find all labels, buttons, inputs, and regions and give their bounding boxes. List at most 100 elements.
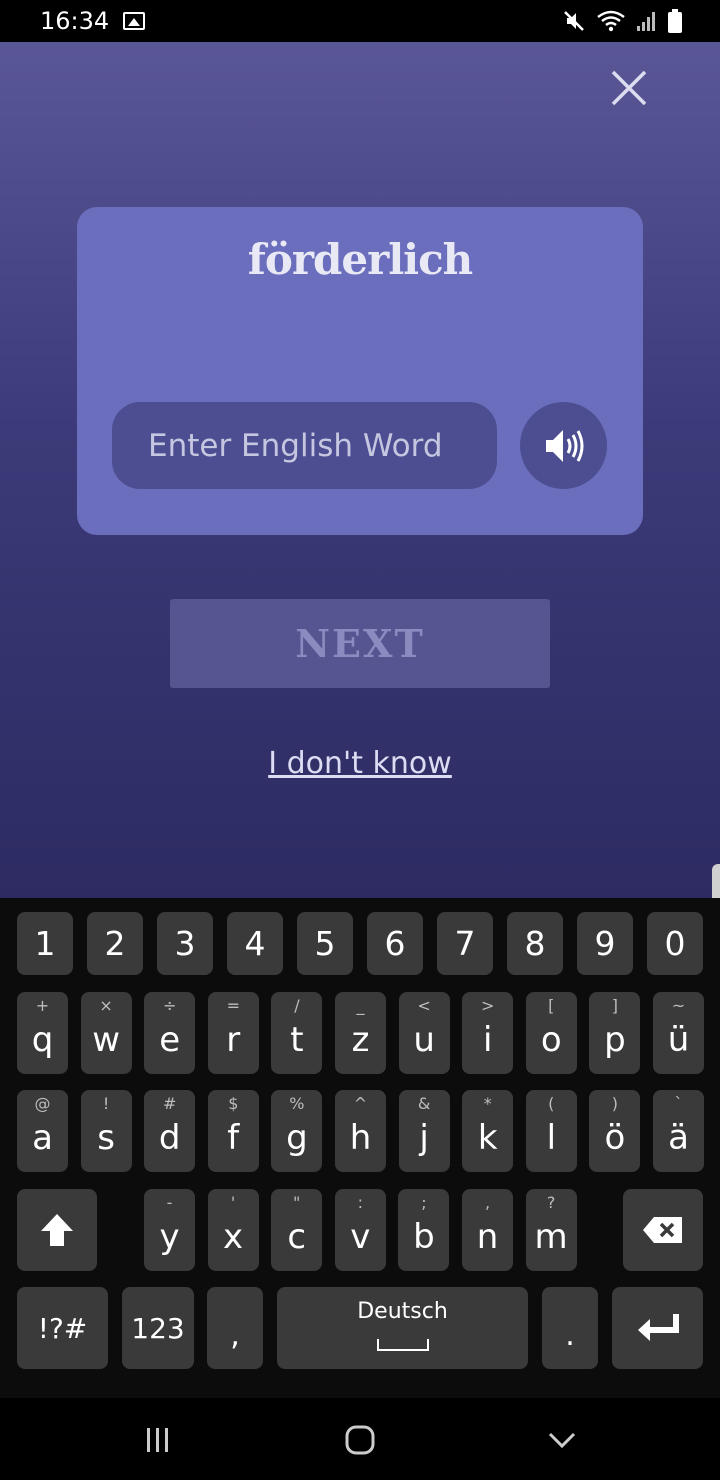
number-key-label: 4 [244,924,266,963]
key-hint-label: ` [674,1094,683,1113]
number-key[interactable]: 6 [367,912,423,975]
letter-key[interactable]: ` ä [653,1090,704,1172]
numbers-key[interactable]: 123 [122,1287,194,1369]
letter-key[interactable]: $ f [207,1090,259,1172]
key-label: u [413,1020,435,1060]
key-hint-label: ' [230,1193,236,1212]
number-key-label: 5 [314,924,336,963]
home-icon [345,1425,375,1455]
key-label: m [534,1217,568,1257]
wifi-icon [597,10,625,32]
key-label: l [546,1118,557,1158]
period-key[interactable]: . [542,1287,598,1369]
key-hint-label: * [483,1094,492,1113]
enter-key[interactable] [612,1287,703,1369]
key-label: k [477,1118,498,1158]
letter-key[interactable]: & j [398,1090,450,1172]
pronunciation-button[interactable] [520,402,607,489]
key-hint-label: ] [611,996,619,1015]
key-hint-label: ) [611,1094,619,1113]
dont-know-link[interactable]: I don't know [268,746,452,781]
number-key[interactable]: 0 [647,912,703,975]
key-label: s [97,1118,115,1158]
number-key-label: 9 [594,924,616,963]
number-key[interactable]: 2 [87,912,143,975]
letter-key[interactable]: + q [17,992,68,1074]
number-key-label: 8 [524,924,546,963]
number-key[interactable]: 5 [297,912,353,975]
number-key-label: 0 [664,924,686,963]
letter-key[interactable]: ,n [462,1189,513,1271]
comma-key[interactable]: , [207,1287,263,1369]
number-key[interactable]: 7 [437,912,493,975]
letter-key[interactable]: ÷ e [144,992,196,1074]
key-label: ü [667,1020,690,1060]
number-key[interactable]: 4 [227,912,283,975]
letter-key[interactable]: % g [271,1090,323,1172]
key-hint-label: + [35,996,50,1015]
letter-key[interactable]: = r [207,992,259,1074]
letter-key[interactable]: -y [144,1189,195,1271]
letter-key[interactable]: ; b [398,1189,450,1271]
letter-key[interactable]: ' x [207,1189,259,1271]
letter-key[interactable]: [o [525,992,577,1074]
shift-key[interactable] [17,1189,97,1271]
letter-key[interactable]: ) ö [589,1090,641,1172]
key-label: o [540,1020,562,1060]
letter-key[interactable]: # d [144,1090,196,1172]
space-bar-icon [377,1339,429,1351]
key-hint-label: < [417,996,431,1015]
number-key[interactable]: 8 [507,912,563,975]
key-label: ä [668,1118,689,1158]
recent-apps-button[interactable] [128,1422,188,1458]
key-label: e [159,1020,181,1060]
letter-key[interactable]: ! s [80,1090,132,1172]
key-hint-label: > [480,996,495,1015]
backspace-icon [643,1217,682,1243]
key-label: n [476,1217,499,1257]
key-label: f [227,1118,240,1158]
next-button[interactable]: NEXT [170,599,550,688]
key-hint-label: # [162,1094,177,1113]
key-hint-label: % [289,1094,305,1113]
number-key[interactable]: 9 [577,912,633,975]
key-hint-label: [ [548,996,555,1015]
back-chevron-icon [548,1432,576,1449]
key-label: g [286,1118,308,1158]
letter-key[interactable]: " c [271,1189,323,1271]
close-icon [611,70,647,106]
key-label: ö [604,1118,626,1158]
key-hint-label: _ [356,996,365,1015]
back-button[interactable] [532,1422,592,1458]
number-key-label: 2 [104,924,126,963]
key-hint-label: : [357,1193,363,1212]
symbols-key[interactable]: !?# [17,1287,108,1369]
letter-key[interactable]: ] p [589,992,641,1074]
backspace-key[interactable] [623,1189,703,1271]
key-hint-label: × [99,996,113,1015]
close-button[interactable] [608,67,650,109]
letter-key[interactable]: ? m [525,1189,577,1271]
letter-key[interactable]: @ a [17,1090,68,1172]
number-key[interactable]: 3 [157,912,213,975]
key-hint-label: - [166,1193,173,1212]
status-bar: 16:34 [0,0,720,42]
letter-key[interactable]: ^ h [335,1090,386,1172]
home-button[interactable] [330,1422,390,1458]
keyboard-language-label: Deutsch [357,1299,448,1324]
letter-key[interactable]: _ z [335,992,386,1074]
letter-key[interactable]: > i [462,992,514,1074]
number-key[interactable]: 1 [17,912,73,975]
letter-key[interactable]: (l [525,1090,577,1172]
letter-key[interactable]: :v [334,1189,386,1271]
letter-key[interactable]: × w [80,992,132,1074]
letter-key[interactable]: * k [462,1090,514,1172]
english-word-input[interactable] [112,402,497,489]
key-label: t [290,1020,304,1060]
letter-key[interactable]: / t [271,992,323,1074]
letter-key[interactable]: < u [398,992,450,1074]
space-key[interactable]: Deutsch [277,1287,528,1369]
letter-key[interactable]: ~ ü [653,992,704,1074]
key-label: z [351,1020,370,1060]
symbols-key-label: !?# [37,1311,88,1345]
